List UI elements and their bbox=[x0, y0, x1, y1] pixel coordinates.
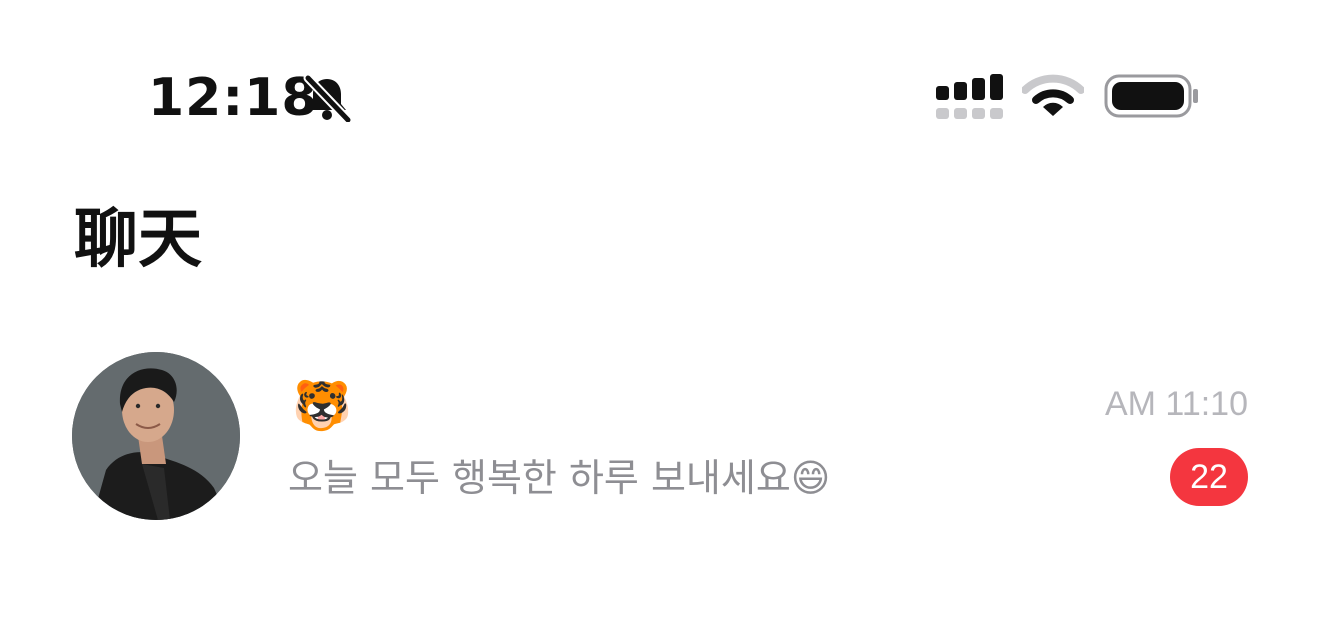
chat-preview: 오늘 모두 행복한 하루 보내세요😄 bbox=[288, 456, 831, 500]
avatar[interactable] bbox=[72, 352, 240, 520]
battery-icon bbox=[1104, 74, 1200, 120]
chat-time: AM 11:10 bbox=[1104, 385, 1248, 423]
cellular-signal-icon bbox=[936, 74, 1004, 120]
wifi-icon bbox=[1021, 74, 1085, 120]
bell-slash-icon bbox=[302, 73, 353, 125]
unread-badge: 22 bbox=[1170, 448, 1248, 506]
status-bar: 12:18 bbox=[0, 0, 1320, 150]
status-time: 12:18 bbox=[148, 68, 319, 128]
page-title: 聊天 bbox=[74, 203, 202, 277]
chat-list-item[interactable]: 🐯 AM 11:10 오늘 모두 행복한 하루 보내세요😄 22 bbox=[0, 340, 1320, 530]
chat-name: 🐯 bbox=[292, 378, 352, 434]
